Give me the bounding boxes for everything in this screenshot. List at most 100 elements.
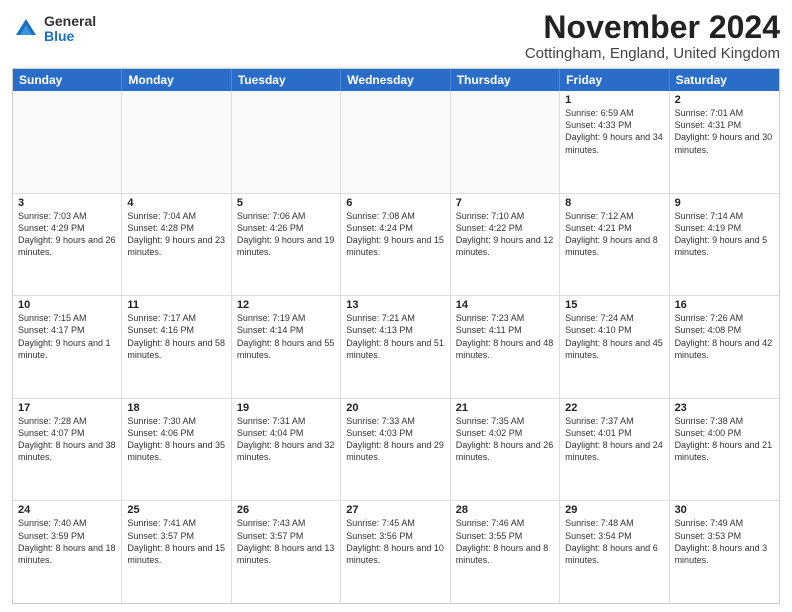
day-number: 2 — [675, 94, 774, 106]
cal-cell-23: 23Sunrise: 7:38 AM Sunset: 4:00 PM Dayli… — [670, 399, 779, 501]
cal-cell-1: 1Sunrise: 6:59 AM Sunset: 4:33 PM Daylig… — [560, 91, 669, 193]
day-number: 14 — [456, 299, 554, 311]
cal-cell-15: 15Sunrise: 7:24 AM Sunset: 4:10 PM Dayli… — [560, 296, 669, 398]
day-number: 13 — [346, 299, 444, 311]
day-info: Sunrise: 7:04 AM Sunset: 4:28 PM Dayligh… — [127, 210, 225, 259]
day-header-wednesday: Wednesday — [341, 69, 450, 91]
cal-cell-8: 8Sunrise: 7:12 AM Sunset: 4:21 PM Daylig… — [560, 194, 669, 296]
cal-cell-12: 12Sunrise: 7:19 AM Sunset: 4:14 PM Dayli… — [232, 296, 341, 398]
cal-cell-29: 29Sunrise: 7:48 AM Sunset: 3:54 PM Dayli… — [560, 501, 669, 603]
day-info: Sunrise: 7:43 AM Sunset: 3:57 PM Dayligh… — [237, 517, 335, 566]
day-info: Sunrise: 7:08 AM Sunset: 4:24 PM Dayligh… — [346, 210, 444, 259]
day-info: Sunrise: 7:35 AM Sunset: 4:02 PM Dayligh… — [456, 415, 554, 464]
day-header-monday: Monday — [122, 69, 231, 91]
cal-cell-21: 21Sunrise: 7:35 AM Sunset: 4:02 PM Dayli… — [451, 399, 560, 501]
header: General Blue November 2024 Cottingham, E… — [12, 10, 780, 62]
day-number: 26 — [237, 504, 335, 516]
cal-cell-27: 27Sunrise: 7:45 AM Sunset: 3:56 PM Dayli… — [341, 501, 450, 603]
day-number: 25 — [127, 504, 225, 516]
cal-cell-26: 26Sunrise: 7:43 AM Sunset: 3:57 PM Dayli… — [232, 501, 341, 603]
cal-cell-7: 7Sunrise: 7:10 AM Sunset: 4:22 PM Daylig… — [451, 194, 560, 296]
day-number: 7 — [456, 197, 554, 209]
day-info: Sunrise: 7:14 AM Sunset: 4:19 PM Dayligh… — [675, 210, 774, 259]
day-header-thursday: Thursday — [451, 69, 560, 91]
day-number: 4 — [127, 197, 225, 209]
day-header-friday: Friday — [560, 69, 669, 91]
day-number: 8 — [565, 197, 663, 209]
day-number: 3 — [18, 197, 116, 209]
day-info: Sunrise: 7:48 AM Sunset: 3:54 PM Dayligh… — [565, 517, 663, 566]
day-number: 24 — [18, 504, 116, 516]
day-number: 1 — [565, 94, 663, 106]
day-info: Sunrise: 7:28 AM Sunset: 4:07 PM Dayligh… — [18, 415, 116, 464]
cal-cell-10: 10Sunrise: 7:15 AM Sunset: 4:17 PM Dayli… — [13, 296, 122, 398]
day-number: 10 — [18, 299, 116, 311]
day-number: 28 — [456, 504, 554, 516]
cal-cell-empty-0-3 — [341, 91, 450, 193]
cal-cell-19: 19Sunrise: 7:31 AM Sunset: 4:04 PM Dayli… — [232, 399, 341, 501]
cal-cell-empty-0-1 — [122, 91, 231, 193]
cal-cell-9: 9Sunrise: 7:14 AM Sunset: 4:19 PM Daylig… — [670, 194, 779, 296]
cal-cell-empty-0-2 — [232, 91, 341, 193]
day-info: Sunrise: 7:41 AM Sunset: 3:57 PM Dayligh… — [127, 517, 225, 566]
day-info: Sunrise: 7:15 AM Sunset: 4:17 PM Dayligh… — [18, 312, 116, 361]
cal-cell-14: 14Sunrise: 7:23 AM Sunset: 4:11 PM Dayli… — [451, 296, 560, 398]
day-header-tuesday: Tuesday — [232, 69, 341, 91]
day-number: 23 — [675, 402, 774, 414]
day-info: Sunrise: 6:59 AM Sunset: 4:33 PM Dayligh… — [565, 107, 663, 156]
cal-cell-13: 13Sunrise: 7:21 AM Sunset: 4:13 PM Dayli… — [341, 296, 450, 398]
logo-icon — [12, 15, 40, 43]
day-number: 30 — [675, 504, 774, 516]
day-number: 6 — [346, 197, 444, 209]
day-info: Sunrise: 7:21 AM Sunset: 4:13 PM Dayligh… — [346, 312, 444, 361]
day-info: Sunrise: 7:19 AM Sunset: 4:14 PM Dayligh… — [237, 312, 335, 361]
day-info: Sunrise: 7:31 AM Sunset: 4:04 PM Dayligh… — [237, 415, 335, 464]
day-info: Sunrise: 7:46 AM Sunset: 3:55 PM Dayligh… — [456, 517, 554, 566]
day-info: Sunrise: 7:26 AM Sunset: 4:08 PM Dayligh… — [675, 312, 774, 361]
day-number: 29 — [565, 504, 663, 516]
day-info: Sunrise: 7:01 AM Sunset: 4:31 PM Dayligh… — [675, 107, 774, 156]
title-block: November 2024 Cottingham, England, Unite… — [525, 10, 780, 62]
day-info: Sunrise: 7:12 AM Sunset: 4:21 PM Dayligh… — [565, 210, 663, 259]
day-info: Sunrise: 7:45 AM Sunset: 3:56 PM Dayligh… — [346, 517, 444, 566]
calendar-row-0: 1Sunrise: 6:59 AM Sunset: 4:33 PM Daylig… — [13, 91, 779, 194]
day-info: Sunrise: 7:49 AM Sunset: 3:53 PM Dayligh… — [675, 517, 774, 566]
month-title: November 2024 — [525, 10, 780, 45]
page: General Blue November 2024 Cottingham, E… — [0, 0, 792, 612]
day-number: 20 — [346, 402, 444, 414]
day-number: 12 — [237, 299, 335, 311]
logo-text: General Blue — [44, 14, 96, 45]
day-header-sunday: Sunday — [13, 69, 122, 91]
day-info: Sunrise: 7:10 AM Sunset: 4:22 PM Dayligh… — [456, 210, 554, 259]
day-info: Sunrise: 7:30 AM Sunset: 4:06 PM Dayligh… — [127, 415, 225, 464]
cal-cell-empty-0-4 — [451, 91, 560, 193]
day-number: 21 — [456, 402, 554, 414]
cal-cell-28: 28Sunrise: 7:46 AM Sunset: 3:55 PM Dayli… — [451, 501, 560, 603]
calendar-row-2: 10Sunrise: 7:15 AM Sunset: 4:17 PM Dayli… — [13, 296, 779, 399]
cal-cell-20: 20Sunrise: 7:33 AM Sunset: 4:03 PM Dayli… — [341, 399, 450, 501]
cal-cell-3: 3Sunrise: 7:03 AM Sunset: 4:29 PM Daylig… — [13, 194, 122, 296]
calendar-body: 1Sunrise: 6:59 AM Sunset: 4:33 PM Daylig… — [13, 91, 779, 603]
calendar-row-1: 3Sunrise: 7:03 AM Sunset: 4:29 PM Daylig… — [13, 194, 779, 297]
day-info: Sunrise: 7:06 AM Sunset: 4:26 PM Dayligh… — [237, 210, 335, 259]
day-number: 15 — [565, 299, 663, 311]
cal-cell-18: 18Sunrise: 7:30 AM Sunset: 4:06 PM Dayli… — [122, 399, 231, 501]
calendar-header: SundayMondayTuesdayWednesdayThursdayFrid… — [13, 69, 779, 91]
calendar: SundayMondayTuesdayWednesdayThursdayFrid… — [12, 68, 780, 604]
cal-cell-25: 25Sunrise: 7:41 AM Sunset: 3:57 PM Dayli… — [122, 501, 231, 603]
day-info: Sunrise: 7:40 AM Sunset: 3:59 PM Dayligh… — [18, 517, 116, 566]
day-number: 19 — [237, 402, 335, 414]
day-info: Sunrise: 7:23 AM Sunset: 4:11 PM Dayligh… — [456, 312, 554, 361]
day-number: 22 — [565, 402, 663, 414]
cal-cell-22: 22Sunrise: 7:37 AM Sunset: 4:01 PM Dayli… — [560, 399, 669, 501]
calendar-row-3: 17Sunrise: 7:28 AM Sunset: 4:07 PM Dayli… — [13, 399, 779, 502]
cal-cell-17: 17Sunrise: 7:28 AM Sunset: 4:07 PM Dayli… — [13, 399, 122, 501]
logo-general-text: General — [44, 14, 96, 29]
day-info: Sunrise: 7:38 AM Sunset: 4:00 PM Dayligh… — [675, 415, 774, 464]
cal-cell-6: 6Sunrise: 7:08 AM Sunset: 4:24 PM Daylig… — [341, 194, 450, 296]
day-number: 17 — [18, 402, 116, 414]
cal-cell-11: 11Sunrise: 7:17 AM Sunset: 4:16 PM Dayli… — [122, 296, 231, 398]
location: Cottingham, England, United Kingdom — [525, 45, 780, 62]
day-number: 16 — [675, 299, 774, 311]
day-header-saturday: Saturday — [670, 69, 779, 91]
